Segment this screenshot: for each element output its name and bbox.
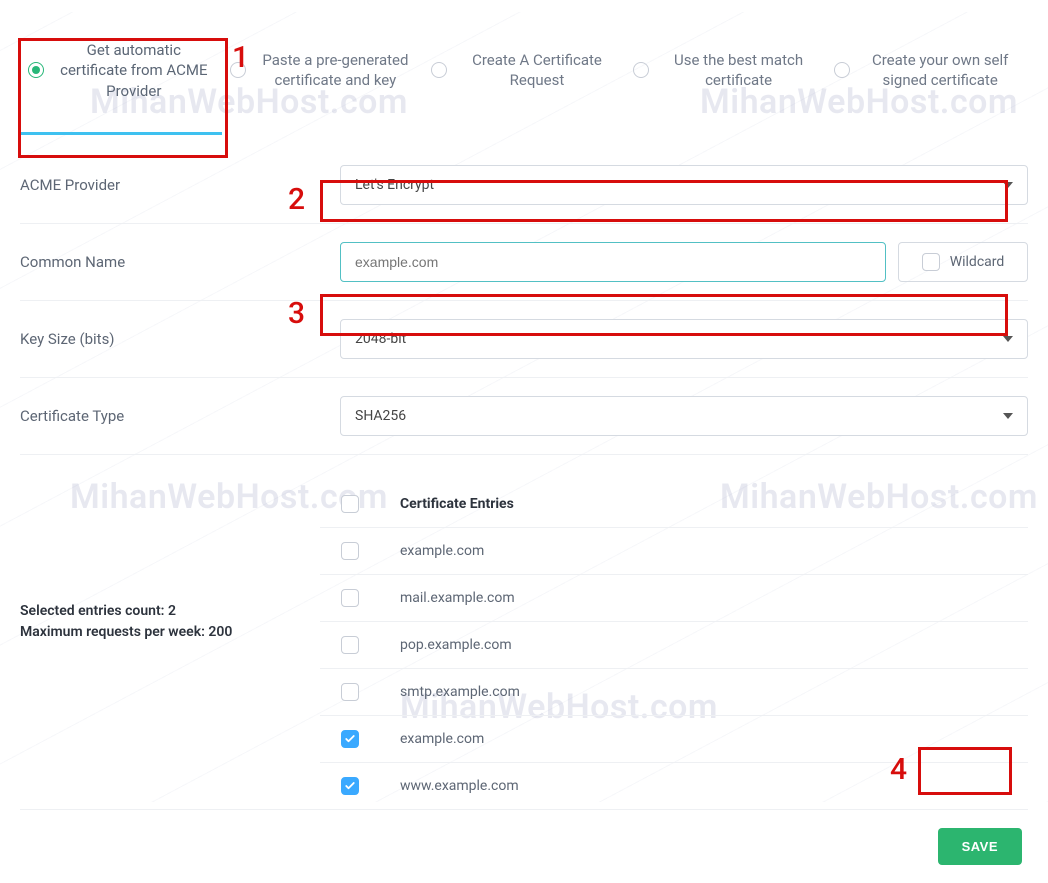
annotation-box-2 (320, 180, 1008, 222)
entry-checkbox[interactable] (341, 730, 359, 748)
tab-label: Use the best match certificate (659, 50, 819, 91)
common-name-input-wrap (340, 242, 886, 282)
select-all-checkbox[interactable] (341, 495, 359, 513)
table-row: smtp.example.com (320, 669, 1028, 716)
entry-name: pop.example.com (400, 637, 512, 653)
annotation-3: 3 (288, 296, 305, 331)
tab-label: Paste a pre-generated certificate and ke… (256, 50, 416, 91)
wildcard-label: Wildcard (950, 254, 1005, 270)
radio-icon (834, 62, 850, 78)
radio-icon (633, 62, 649, 78)
annotation-1: 1 (232, 40, 249, 75)
tab-self-signed[interactable]: Create your own self signed certificate (826, 12, 1028, 135)
caret-down-icon (1003, 413, 1013, 419)
annotation-4: 4 (890, 752, 907, 787)
tab-label: Create your own self signed certificate (860, 50, 1020, 91)
cert-type-value: SHA256 (355, 408, 406, 424)
save-button[interactable]: SAVE (938, 828, 1022, 865)
entries-summary: Selected entries count: 2 Maximum reques… (20, 481, 320, 809)
cert-type-select[interactable]: SHA256 (340, 396, 1028, 436)
entry-name: mail.example.com (400, 590, 515, 606)
entry-name: example.com (400, 731, 484, 747)
table-row: pop.example.com (320, 622, 1028, 669)
annotation-box-3 (320, 294, 1008, 336)
entries-header-label: Certificate Entries (400, 496, 514, 512)
entries-header-row: Certificate Entries (320, 481, 1028, 528)
wildcard-toggle[interactable]: Wildcard (898, 242, 1028, 282)
wildcard-checkbox[interactable] (922, 253, 940, 271)
entry-checkbox[interactable] (341, 589, 359, 607)
entry-checkbox[interactable] (341, 636, 359, 654)
annotation-box-1 (18, 38, 228, 158)
cert-type-label: Certificate Type (20, 407, 320, 425)
table-row: example.com (320, 528, 1028, 575)
key-size-label: Key Size (bits) (20, 330, 320, 348)
entry-name: smtp.example.com (400, 684, 520, 700)
tab-create-request[interactable]: Create A Certificate Request (423, 12, 625, 135)
tab-label: Create A Certificate Request (457, 50, 617, 91)
entry-checkbox[interactable] (341, 683, 359, 701)
selected-count: Selected entries count: 2 (20, 601, 320, 622)
entry-name: example.com (400, 543, 484, 559)
table-row: mail.example.com (320, 575, 1028, 622)
entry-name: www.example.com (400, 778, 519, 794)
annotation-box-4 (918, 747, 1012, 795)
caret-down-icon (1003, 336, 1013, 342)
tab-best-match[interactable]: Use the best match certificate (625, 12, 827, 135)
entry-checkbox[interactable] (341, 542, 359, 560)
common-name-label: Common Name (20, 253, 320, 271)
tab-paste-pregenerated[interactable]: Paste a pre-generated certificate and ke… (222, 12, 424, 135)
common-name-input[interactable] (355, 254, 871, 270)
radio-icon (431, 62, 447, 78)
annotation-2: 2 (288, 182, 305, 217)
max-requests: Maximum requests per week: 200 (20, 622, 320, 643)
acme-provider-label: ACME Provider (20, 176, 320, 194)
entry-checkbox[interactable] (341, 777, 359, 795)
